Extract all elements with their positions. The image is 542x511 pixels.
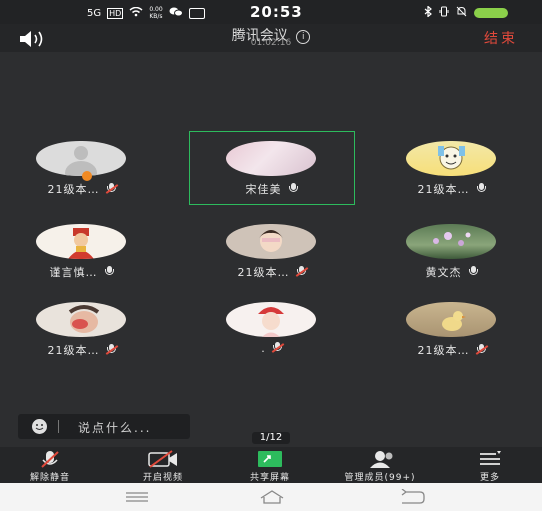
avatar-flowers-photo [406,224,496,259]
more-button[interactable]: 更多 [440,447,540,483]
participant-name: 黄文杰 [425,266,462,279]
participant-name: 宋佳美 [245,183,282,196]
meeting-screen: 5G HD 0.00 KB/s 20:53 腾讯会议 i 01:02:16 结束… [0,0,542,511]
signal-indicator: 5G [87,7,102,19]
chat-input[interactable]: 说点什么... [18,414,190,439]
meeting-toolbar: 解除静音 开启视频 共享屏幕 管理成员(99+) 更多 [0,447,542,483]
system-nav-bar [0,483,542,511]
app-notification-icon [189,7,206,19]
mic-muted-icon [105,183,118,194]
participant-tile[interactable]: 21级本… [370,292,534,364]
mic-icon [468,266,479,277]
wechat-icon [169,7,184,20]
video-off-icon [147,450,179,471]
recent-apps-icon[interactable] [124,489,150,508]
participant-name: 21级本… [47,344,100,357]
hd-indicator: HD [107,7,124,19]
manage-members-label: 管理成员(99+) [344,473,416,483]
avatar-photo [36,302,126,337]
mic-muted-icon [295,266,308,277]
avatar-duckling-photo [406,302,496,337]
avatar-cartoon-girl [226,302,316,337]
participant-name: 21级本… [417,344,470,357]
participant-name: 21级本… [417,183,470,196]
network-speed: 0.00 KB/s [149,6,163,20]
participant-tile[interactable]: 21级本… [370,131,534,203]
participant-name: 谨言慎… [49,266,98,279]
mic-muted-icon [105,344,118,355]
participant-name: 21级本… [47,183,100,196]
end-meeting-button[interactable]: 结束 [484,28,518,48]
unmute-label: 解除静音 [29,473,70,483]
back-icon[interactable] [398,488,426,509]
page-indicator: 1/12 [252,432,290,444]
more-menu-icon [478,450,502,471]
share-screen-label: 共享屏幕 [249,473,290,483]
mic-icon [476,183,487,194]
participant-name: 21级本… [237,266,290,279]
default-avatar [36,141,126,176]
participant-tile[interactable]: 黄文杰 [370,214,534,286]
wifi-icon [129,6,143,20]
dnd-icon [456,6,467,20]
participant-tile-selected[interactable]: 宋佳美 [189,131,355,205]
battery-icon [474,8,508,18]
home-icon[interactable] [258,489,286,509]
mic-icon [104,266,115,277]
divider [58,420,59,433]
participant-tile[interactable]: 21级本… [0,131,164,203]
unmute-button[interactable]: 解除静音 [0,447,100,483]
avatar-child-photo [226,224,316,259]
start-video-button[interactable]: 开启视频 [113,447,213,483]
manage-members-button[interactable]: 管理成员(99+) [320,447,440,483]
avatar-cartoon [406,141,496,176]
elapsed-timer: 01:02:16 [250,38,292,48]
start-video-label: 开启视频 [142,473,183,483]
avatar-photo [226,141,316,176]
share-screen-icon [257,450,283,471]
clock: 20:53 [250,3,303,21]
vibrate-icon [439,6,449,20]
status-bar: 5G HD 0.00 KB/s 20:53 [0,0,542,24]
host-badge-icon [82,171,92,181]
participant-tile[interactable]: 21级本… [190,214,354,286]
bluetooth-icon [424,5,432,20]
chat-placeholder: 说点什么... [78,421,152,435]
participant-tile[interactable]: 21级本… [0,292,164,364]
participant-tile[interactable]: . [190,292,354,364]
share-screen-button[interactable]: 共享屏幕 [220,447,320,483]
emoji-icon[interactable] [32,419,47,434]
more-label: 更多 [479,473,500,483]
meeting-header: 腾讯会议 i 01:02:16 结束 [0,24,542,52]
members-icon [365,450,395,471]
mic-icon [288,183,299,194]
participant-tile[interactable]: 谨言慎… [0,214,164,286]
mic-muted-icon [475,344,488,355]
mic-muted-icon [271,342,285,353]
participant-name: . [261,342,266,355]
avatar-god-of-wealth [36,224,126,259]
